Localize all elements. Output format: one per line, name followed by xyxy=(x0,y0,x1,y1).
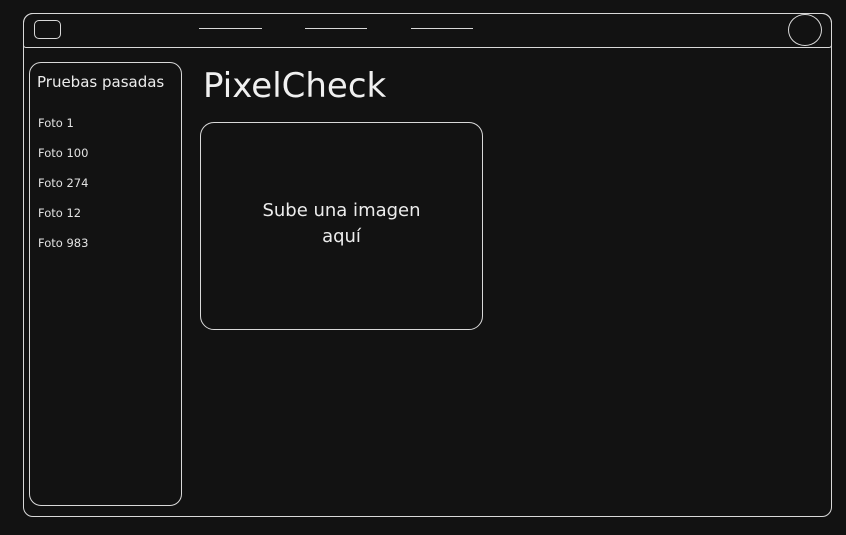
top-navigation-bar xyxy=(23,13,832,48)
sidebar-item-foto-12[interactable]: Foto 12 xyxy=(38,206,88,236)
nav-item-3[interactable] xyxy=(411,28,473,29)
sidebar-item-foto-100[interactable]: Foto 100 xyxy=(38,146,88,176)
hamburger-menu-icon[interactable] xyxy=(34,20,61,39)
user-avatar-icon[interactable] xyxy=(788,14,822,46)
nav-item-2[interactable] xyxy=(305,28,367,29)
sidebar-item-foto-274[interactable]: Foto 274 xyxy=(38,176,88,206)
sidebar-item-foto-1[interactable]: Foto 1 xyxy=(38,116,88,146)
upload-prompt-text: Sube una imagen aquí xyxy=(262,200,421,247)
page-title: PixelCheck xyxy=(203,66,387,106)
sidebar-list: Foto 1 Foto 100 Foto 274 Foto 12 Foto 98… xyxy=(38,116,88,266)
sidebar-title: Pruebas pasadas xyxy=(37,73,165,91)
nav-item-1[interactable] xyxy=(199,28,262,29)
sidebar-item-foto-983[interactable]: Foto 983 xyxy=(38,236,88,266)
